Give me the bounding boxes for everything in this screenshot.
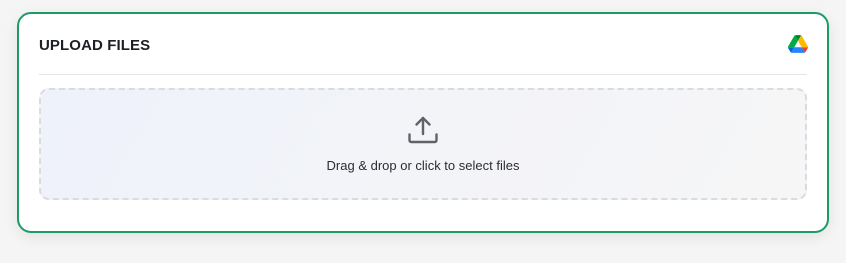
- upload-icon: [406, 114, 440, 146]
- dropzone-instructions: Drag & drop or click to select files: [326, 158, 520, 173]
- google-drive-button[interactable]: [787, 33, 809, 55]
- upload-files-card: UPLOAD FILES Drag & drop or click to sel…: [17, 12, 829, 233]
- card-title: UPLOAD FILES: [39, 36, 151, 54]
- card-header: UPLOAD FILES: [39, 14, 809, 75]
- google-drive-icon: [788, 35, 808, 53]
- file-dropzone[interactable]: Drag & drop or click to select files: [39, 88, 807, 200]
